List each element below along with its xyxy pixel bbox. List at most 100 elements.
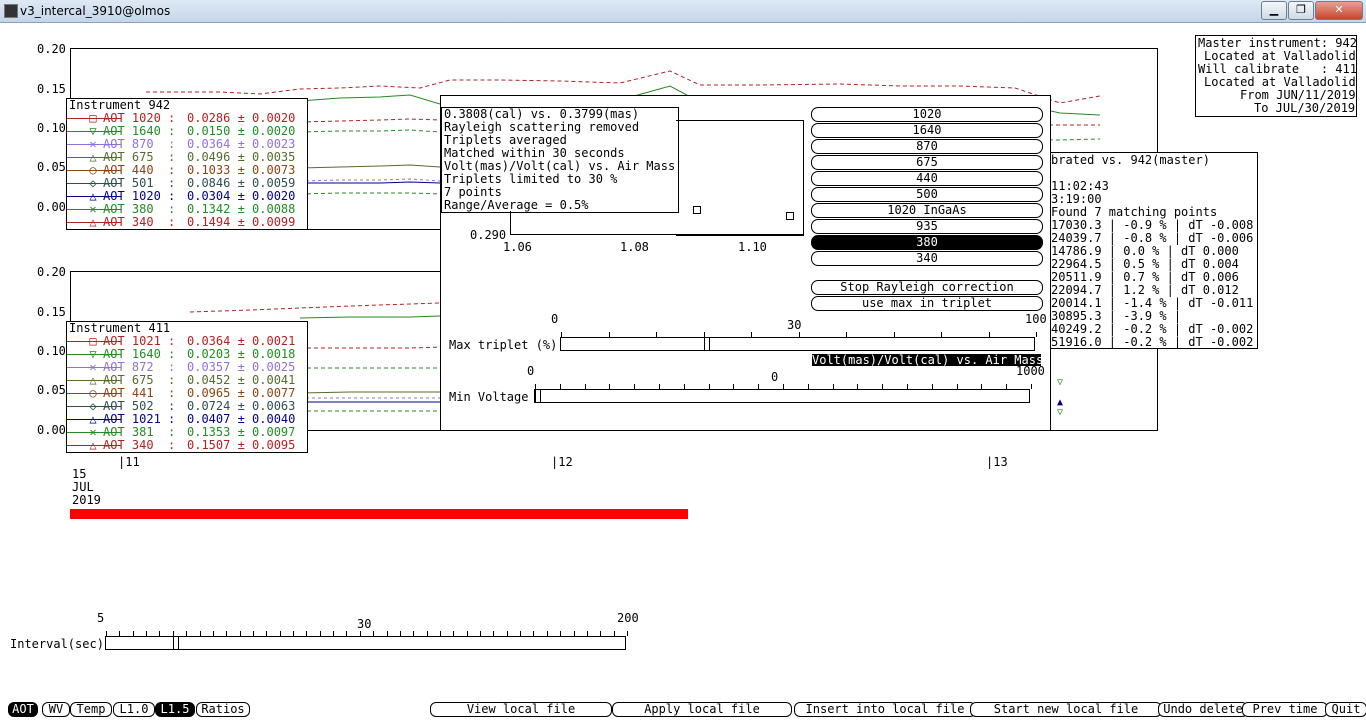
- slider-tick: [882, 384, 883, 389]
- mini-plot-bottom-axis: [510, 234, 803, 235]
- x-tick-13: |13: [986, 455, 1008, 469]
- master-line: To JUL/30/2019: [1254, 101, 1356, 115]
- slider-tick: [360, 631, 361, 636]
- stop-rayleigh-button[interactable]: Stop Rayleigh correction: [811, 280, 1043, 295]
- prev-time-button[interactable]: Prev time: [1242, 702, 1328, 717]
- slider-tick: [186, 631, 187, 636]
- wavelength-button-380[interactable]: 380: [811, 235, 1043, 250]
- popup-info-line: Range/Average = 0.5%: [444, 198, 589, 212]
- y-tick: 0.20: [37, 265, 66, 279]
- legend-instrument-411: Instrument 411 □AOT 1021 :0.0364 ± 0.002…: [66, 321, 308, 453]
- legend-value: 0.1507 ± 0.0095: [187, 438, 296, 452]
- slider-tick: [894, 332, 895, 337]
- max-triplet-mid: 30: [787, 318, 802, 332]
- wavelength-button-935[interactable]: 935: [811, 219, 1043, 234]
- slider-tick: [413, 631, 414, 636]
- slider-tick: [253, 631, 254, 636]
- view-local-file-button[interactable]: View local file: [430, 702, 612, 717]
- insert-into-local-file-button[interactable]: Insert into local file: [794, 702, 976, 717]
- slider-tick: [560, 384, 561, 389]
- slider-tick: [560, 631, 561, 636]
- slider-tick: [846, 332, 847, 337]
- slider-tick: [932, 384, 933, 389]
- data-point: [786, 212, 794, 220]
- slider-tick: [133, 631, 134, 636]
- legend-row: △AOT 340 :0.1494 ± 0.0099: [67, 216, 307, 229]
- tab-l15[interactable]: L1.5: [155, 702, 195, 717]
- mini-x-tick: 1.10: [738, 240, 767, 254]
- wavelength-button-500[interactable]: 500: [811, 187, 1043, 202]
- slider-tick: [533, 631, 534, 636]
- wavelength-button-440[interactable]: 440: [811, 171, 1043, 186]
- slider-tick: [907, 384, 908, 389]
- slider-tick: [957, 384, 958, 389]
- window-title: v3_intercal_3910@olmos: [20, 4, 171, 18]
- start-new-local-file-button[interactable]: Start new local file: [970, 702, 1162, 717]
- slider-tick: [493, 631, 494, 636]
- x-tick-label: 12: [558, 455, 573, 469]
- y-tick: 0.05: [37, 160, 66, 174]
- interval-slider[interactable]: [105, 631, 628, 650]
- maximize-button[interactable]: ❐: [1288, 1, 1314, 20]
- popup-info-box: 0.3808(cal) vs. 0.3799(mas) Rayleigh scat…: [441, 107, 679, 213]
- wavelength-button-1020-ingaas[interactable]: 1020 InGaAs: [811, 203, 1043, 218]
- wavelength-button-870[interactable]: 870: [811, 139, 1043, 154]
- min-voltage-slider[interactable]: [534, 384, 1032, 403]
- slider-thumb[interactable]: [535, 389, 541, 403]
- slider-tick: [373, 631, 374, 636]
- legend-instrument-942: Instrument 942 □AOT 1020 :0.0286 ± 0.002…: [66, 98, 308, 230]
- tab-temp[interactable]: Temp: [70, 702, 112, 717]
- minimize-button[interactable]: ▁: [1261, 1, 1287, 20]
- mini-x-tick: 1.06: [503, 240, 532, 254]
- slider-tick: [783, 384, 784, 389]
- time-range-bar[interactable]: [70, 509, 688, 519]
- quit-button[interactable]: Quit: [1325, 702, 1366, 717]
- tab-aot[interactable]: AOT: [8, 702, 38, 717]
- y-tick: 0.15: [37, 305, 66, 319]
- legend-label: AOT 340 :: [103, 438, 176, 452]
- slider-tick: [656, 332, 657, 337]
- use-max-triplet-button[interactable]: use max in triplet: [811, 296, 1043, 311]
- slider-tick: [547, 631, 548, 636]
- max-triplet-slider[interactable]: [560, 332, 1037, 351]
- interval-label: Interval(sec): [10, 637, 104, 651]
- slider-thumb[interactable]: [704, 337, 710, 351]
- slider-tick: [387, 631, 388, 636]
- wavelength-button-340[interactable]: 340: [811, 251, 1043, 266]
- tab-l10[interactable]: L1.0: [113, 702, 155, 717]
- slider-tick: [427, 631, 428, 636]
- slider-tick: [808, 384, 809, 389]
- mode-label[interactable]: Volt(mas)/Volt(cal) vs. Air Mass: [812, 354, 1041, 366]
- slider-tick: [989, 332, 990, 337]
- wavelength-button-675[interactable]: 675: [811, 155, 1043, 170]
- mini-plot-left-axis: [510, 211, 511, 235]
- wavelength-button-1640[interactable]: 1640: [811, 123, 1043, 138]
- slider-tick: [709, 384, 710, 389]
- slider-tick: [659, 384, 660, 389]
- wavelength-button-1020[interactable]: 1020: [811, 107, 1043, 122]
- slider-tick: [306, 631, 307, 636]
- min-voltage-mid: 0: [771, 370, 779, 384]
- slider-tick: [440, 631, 441, 636]
- y-tick: 0.00: [37, 423, 66, 437]
- apply-local-file-button[interactable]: Apply local file: [612, 702, 792, 717]
- slider-tick: [293, 631, 294, 636]
- tab-ratios[interactable]: Ratios: [196, 702, 250, 717]
- x-tick-11: |11: [118, 455, 140, 469]
- slider-thumb[interactable]: [173, 636, 179, 650]
- slider-tick: [600, 631, 601, 636]
- y-tick: 0.05: [37, 383, 66, 397]
- tab-wv[interactable]: WV: [42, 702, 70, 717]
- master-info-box: Master instrument: 942 Located at Vallad…: [1195, 35, 1357, 117]
- close-button[interactable]: ✕: [1315, 1, 1363, 20]
- slider-tick: [585, 384, 586, 389]
- interval-mid: 30: [357, 617, 372, 631]
- undo-delete-button[interactable]: Undo delete: [1158, 702, 1248, 717]
- title-bar: v3_intercal_3910@olmos ▁ ❐ ✕: [0, 0, 1366, 23]
- mini-x-tick: 1.08: [620, 240, 649, 254]
- y-tick: 0.10: [37, 121, 66, 135]
- slider-tick: [453, 631, 454, 636]
- slider-tick: [146, 631, 147, 636]
- slider-tick: [857, 384, 858, 389]
- slider-tick: [106, 631, 107, 636]
